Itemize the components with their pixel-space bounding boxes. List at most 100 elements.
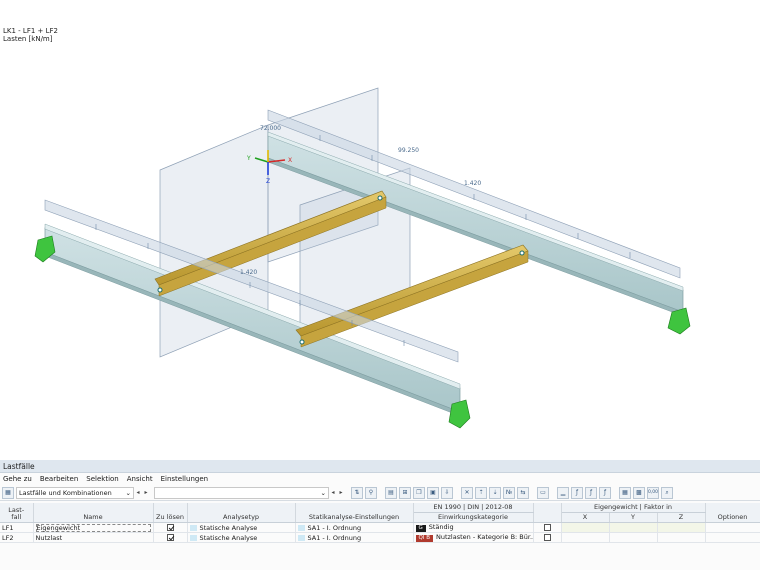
delete-icon[interactable]: ✕: [461, 486, 473, 499]
panel-title: Lastfälle: [0, 460, 760, 473]
cell-flag[interactable]: [533, 522, 562, 533]
copy-icon[interactable]: ❐: [413, 486, 425, 499]
function-edit-icon[interactable]: ƒ: [585, 486, 597, 499]
col-y[interactable]: Y: [609, 512, 658, 523]
cell-category[interactable]: G Ständig: [413, 522, 534, 533]
paste-icon[interactable]: ▣: [427, 486, 439, 499]
menu-einstellungen[interactable]: Einstellungen: [161, 473, 208, 485]
settings-swatch: [297, 524, 305, 531]
cell-name[interactable]: Eigengewicht: [33, 522, 154, 533]
cell-id[interactable]: LF1: [0, 522, 34, 533]
col-einwirkung[interactable]: Einwirkungskategorie: [413, 512, 534, 523]
search-icon[interactable]: ⌕: [661, 486, 673, 499]
cell-z[interactable]: [657, 522, 706, 533]
move-down-icon[interactable]: ⇣: [489, 486, 501, 499]
col-einwirkung-top: EN 1990 | DIN | 2012-08: [413, 503, 534, 513]
category-value: Nutzlasten - Kategorie B: Bür...: [435, 533, 533, 541]
decimal-places-icon[interactable]: 0,00: [647, 486, 659, 499]
cell-analysis[interactable]: Statische Analyse: [187, 532, 296, 543]
solve-checkbox[interactable]: [166, 533, 174, 541]
link-icon[interactable]: ⇆: [517, 486, 529, 499]
window-icon[interactable]: ▭: [537, 486, 549, 499]
cell-analysis[interactable]: Statische Analyse: [187, 522, 296, 533]
settings-value: SA1 - I. Ordnung: [307, 533, 362, 542]
cell-settings[interactable]: SA1 - I. Ordnung: [295, 532, 414, 543]
axis-y-label: Y: [246, 155, 251, 162]
chevron-down-icon: ⌄: [125, 488, 131, 497]
formula-icon[interactable]: ƒ: [599, 486, 611, 499]
analysis-value: Statische Analyse: [199, 523, 258, 532]
spreadsheet-icon[interactable]: ▩: [633, 486, 645, 499]
panel-toolbar: ▦ Lastfälle und Kombinationen ⌄ ◂ ▸ ⌄ ◂ …: [0, 485, 760, 501]
filter-icon[interactable]: ⚲: [365, 486, 377, 499]
previous-icon[interactable]: ◂: [134, 488, 142, 498]
load-cases-table: Last- fall Name Zu lösen Analysetyp Stat…: [0, 503, 760, 543]
cell-z[interactable]: [657, 532, 706, 543]
3d-viewport[interactable]: LK1 - LF1 + LF2 Lasten [kN/m] 72.000 99.…: [0, 0, 760, 460]
category-badge: QI B: [415, 535, 433, 542]
renumber-icon[interactable]: №: [503, 486, 515, 499]
cell-solve[interactable]: [153, 532, 188, 543]
axis-z-label: Z: [266, 178, 270, 185]
filter-dropdown[interactable]: ⌄: [154, 486, 329, 499]
chevron-down-icon: ⌄: [320, 488, 326, 497]
category-badge: G: [415, 525, 426, 532]
flag-checkbox[interactable]: [543, 523, 551, 531]
cell-flag[interactable]: [533, 532, 562, 543]
cell-solve[interactable]: [153, 522, 188, 533]
move-up-icon[interactable]: ⇡: [475, 486, 487, 499]
insert-row-icon[interactable]: ⊞: [399, 486, 411, 499]
analysis-value: Statische Analyse: [199, 533, 258, 542]
name-input[interactable]: Eigengewicht: [35, 523, 151, 532]
table-row[interactable]: LF2 Nutzlast Statische Analyse SA1 - I. …: [0, 532, 760, 543]
solve-checkbox[interactable]: [166, 523, 174, 531]
col-name[interactable]: Name: [33, 503, 154, 523]
load-value-3: 1.420: [464, 180, 481, 187]
col-x[interactable]: X: [561, 512, 610, 523]
export-icon[interactable]: ⇩: [441, 486, 453, 499]
axis-x-label: X: [288, 157, 292, 164]
structure-model[interactable]: 72.000 99.250 1.420 1.420 X Y Z: [0, 0, 760, 460]
category-value: Ständig: [428, 523, 454, 531]
col-analysetyp[interactable]: Analysetyp: [187, 503, 296, 523]
col-flag[interactable]: [533, 503, 562, 523]
menu-gehe-zu[interactable]: Gehe zu: [3, 473, 32, 485]
cell-x[interactable]: [561, 532, 610, 543]
cell-category[interactable]: QI B Nutzlasten - Kategorie B: Bür...: [413, 532, 534, 543]
cell-options[interactable]: [705, 522, 760, 533]
settings-swatch: [297, 534, 305, 541]
menu-ansicht[interactable]: Ansicht: [127, 473, 153, 485]
function-icon[interactable]: ƒ: [571, 486, 583, 499]
columns-icon[interactable]: ▤: [385, 486, 397, 499]
cell-x[interactable]: [561, 522, 610, 533]
cell-name[interactable]: Nutzlast: [33, 532, 154, 543]
view-selector-dropdown[interactable]: Lastfälle und Kombinationen ⌄: [16, 486, 134, 499]
grid-icon[interactable]: ▦: [619, 486, 631, 499]
next-icon[interactable]: ▸: [337, 488, 345, 498]
col-z[interactable]: Z: [657, 512, 706, 523]
load-value-1: 72.000: [260, 125, 281, 132]
table-row[interactable]: LF1 Eigengewicht Statische Analyse SA1 -…: [0, 522, 760, 533]
col-zu-loesen[interactable]: Zu lösen: [153, 503, 188, 523]
load-cases-panel: Lastfälle Gehe zu Bearbeiten Selektion A…: [0, 460, 760, 570]
col-lastfall-label: Last- fall: [8, 506, 25, 521]
load-value-4: 1.420: [240, 269, 257, 276]
col-optionen[interactable]: Optionen: [705, 503, 760, 523]
support-front-right[interactable]: [448, 399, 471, 429]
previous-icon[interactable]: ◂: [329, 488, 337, 498]
cell-y[interactable]: [609, 522, 658, 533]
col-lastfall[interactable]: Last- fall: [0, 503, 34, 523]
flag-checkbox[interactable]: [543, 533, 551, 541]
menu-bearbeiten[interactable]: Bearbeiten: [40, 473, 78, 485]
next-icon[interactable]: ▸: [142, 488, 150, 498]
panel-menubar: Gehe zu Bearbeiten Selektion Ansicht Ein…: [0, 473, 760, 485]
cell-id[interactable]: LF2: [0, 532, 34, 543]
col-statik[interactable]: Statikanalyse-Einstellungen: [295, 503, 414, 523]
menu-selektion[interactable]: Selektion: [86, 473, 118, 485]
cell-y[interactable]: [609, 532, 658, 543]
load-value-2: 99.250: [398, 147, 419, 154]
cell-settings[interactable]: SA1 - I. Ordnung: [295, 522, 414, 533]
cell-options[interactable]: [705, 532, 760, 543]
sort-icon[interactable]: ⇅: [351, 486, 363, 499]
chart-icon[interactable]: ▁: [557, 486, 569, 499]
